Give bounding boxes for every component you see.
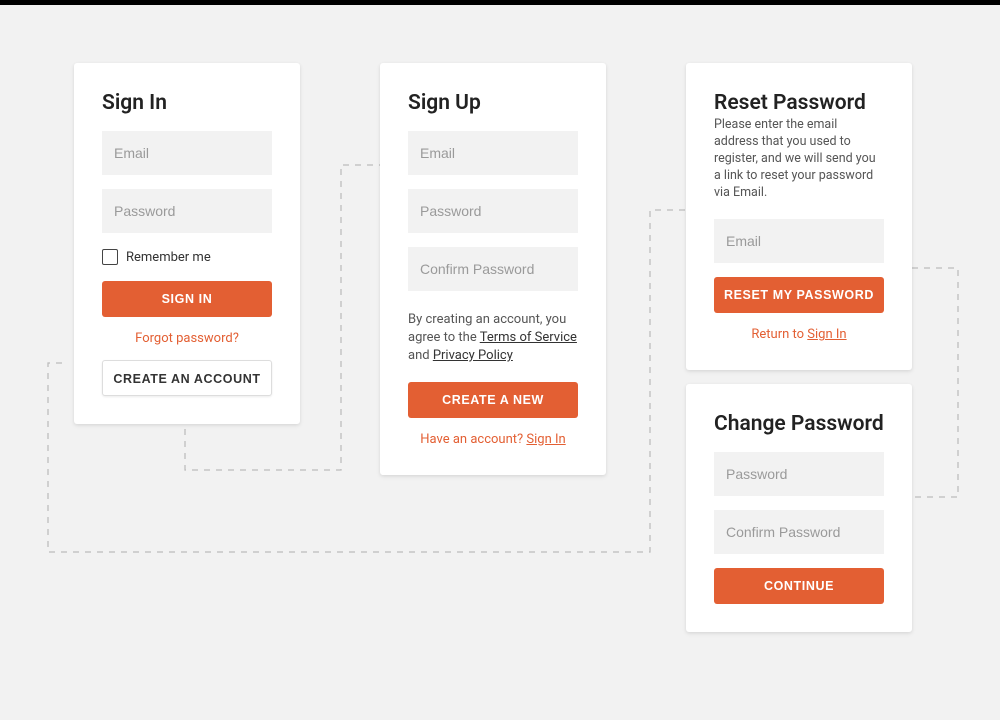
reset-signin-link[interactable]: Sign In bbox=[807, 327, 846, 342]
terms-of-service-link[interactable]: Terms of Service bbox=[480, 330, 577, 345]
remember-me-row[interactable]: Remember me bbox=[102, 249, 272, 265]
signup-terms-note: By creating an account, you agree to the… bbox=[408, 311, 578, 366]
create-account-button[interactable]: CREATE AN ACCOUNT bbox=[102, 360, 272, 396]
signup-signin-link[interactable]: Sign In bbox=[526, 432, 565, 447]
reset-card: Reset Password Please enter the email ad… bbox=[686, 63, 912, 370]
return-line: Return to Sign In bbox=[714, 327, 884, 342]
change-confirm-input[interactable] bbox=[714, 510, 884, 554]
signin-email-input[interactable] bbox=[102, 131, 272, 175]
reset-title: Reset Password bbox=[714, 91, 884, 115]
change-card: Change Password CONTINUE bbox=[686, 384, 912, 632]
signup-password-input[interactable] bbox=[408, 189, 578, 233]
change-title: Change Password bbox=[714, 412, 884, 436]
signup-card: Sign Up By creating an account, you agre… bbox=[380, 63, 606, 475]
signup-confirm-input[interactable] bbox=[408, 247, 578, 291]
remember-me-label: Remember me bbox=[126, 250, 211, 265]
reset-email-input[interactable] bbox=[714, 219, 884, 263]
signin-password-input[interactable] bbox=[102, 189, 272, 233]
change-password-input[interactable] bbox=[714, 452, 884, 496]
continue-button[interactable]: CONTINUE bbox=[714, 568, 884, 604]
create-new-account-button[interactable]: CREATE A NEW ACCOUNT bbox=[408, 382, 578, 418]
signup-title: Sign Up bbox=[408, 91, 578, 115]
signup-email-input[interactable] bbox=[408, 131, 578, 175]
reset-subtext: Please enter the email address that you … bbox=[714, 117, 884, 201]
canvas: Sign In Remember me SIGN IN Forgot passw… bbox=[0, 5, 1000, 720]
forgot-password-link[interactable]: Forgot password? bbox=[102, 331, 272, 346]
remember-me-checkbox[interactable] bbox=[102, 249, 118, 265]
reset-password-button[interactable]: RESET MY PASSWORD bbox=[714, 277, 884, 313]
have-account-line: Have an account? Sign In bbox=[408, 432, 578, 447]
signin-title: Sign In bbox=[102, 91, 272, 115]
signin-button[interactable]: SIGN IN bbox=[102, 281, 272, 317]
signin-card: Sign In Remember me SIGN IN Forgot passw… bbox=[74, 63, 300, 424]
privacy-policy-link[interactable]: Privacy Policy bbox=[433, 348, 513, 363]
